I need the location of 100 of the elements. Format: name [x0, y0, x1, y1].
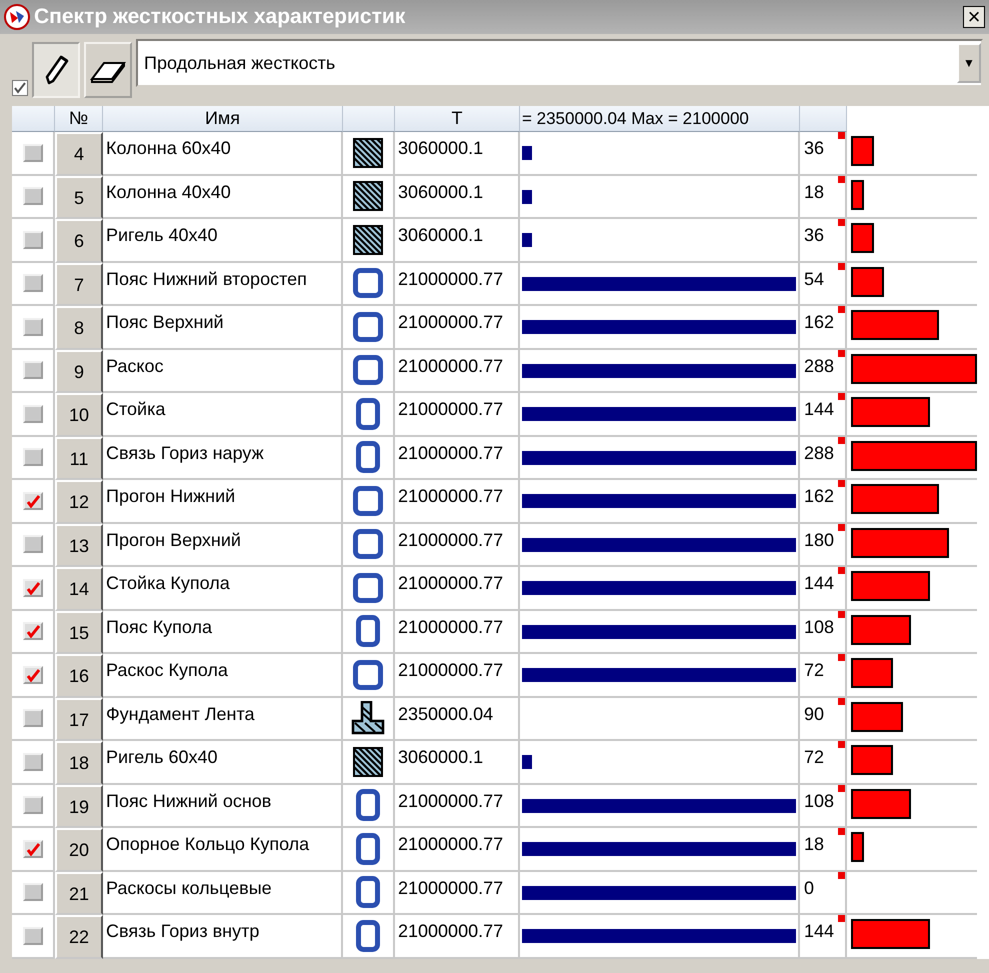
- marker-icon: [838, 132, 845, 139]
- row-number: 14: [55, 567, 103, 610]
- marker-icon: [838, 219, 845, 226]
- row-checkbox[interactable]: [22, 274, 42, 292]
- table-cell: 21000000.77: [395, 872, 520, 915]
- table-cell: Ригель 40x40: [103, 219, 343, 262]
- marker-icon: [838, 306, 845, 313]
- row-checkbox[interactable]: [22, 361, 42, 380]
- table-cell: 72: [804, 660, 824, 680]
- table-cell: Пояс Нижний второстеп: [103, 262, 343, 306]
- close-button[interactable]: ×: [963, 6, 985, 28]
- table-cell: Стойка Купола: [103, 567, 343, 610]
- foundation-icon: [351, 701, 385, 736]
- row-number: 6: [55, 219, 103, 262]
- table-cell: 21000000.77: [395, 524, 520, 567]
- table-cell: 288: [804, 356, 834, 376]
- table-cell: 21000000.77: [395, 480, 520, 524]
- table-cell: Связь Гориз наруж: [103, 436, 343, 480]
- table-cell: 72: [804, 747, 824, 767]
- column-header[interactable]: [800, 106, 847, 132]
- rect-tube-icon: [356, 398, 380, 430]
- row-checkbox[interactable]: [22, 752, 42, 771]
- row-checkbox[interactable]: [22, 926, 42, 945]
- square-tube-icon: [353, 312, 383, 342]
- table-cell: 3060000.1: [395, 176, 520, 219]
- column-header[interactable]: Имя: [103, 106, 343, 132]
- row-checkbox[interactable]: [22, 840, 42, 858]
- row-number: 16: [55, 654, 103, 698]
- table-cell: Раскосы кольцевые: [103, 872, 343, 915]
- rect-tube-icon: [356, 615, 380, 648]
- table-cell: Пояс Нижний основ: [103, 784, 343, 828]
- table-cell: 288: [804, 442, 834, 462]
- row-checkbox[interactable]: [22, 144, 42, 162]
- table-cell: 108: [804, 616, 834, 636]
- row-number: 7: [55, 262, 103, 306]
- row-checkbox[interactable]: [22, 709, 42, 728]
- table-cell: 36: [804, 225, 824, 245]
- marker-icon: [838, 393, 845, 400]
- row-checkbox[interactable]: [22, 404, 42, 423]
- row-number: 12: [55, 480, 103, 524]
- rect-tube-icon: [356, 876, 380, 908]
- row-number: 20: [55, 828, 103, 872]
- row-checkbox[interactable]: [22, 578, 42, 597]
- row-checkbox[interactable]: [22, 492, 42, 510]
- marker-icon: [838, 567, 845, 574]
- table-cell: Колонна 60x40: [103, 132, 343, 176]
- row-checkbox[interactable]: [22, 883, 42, 902]
- square-tube-icon: [353, 660, 383, 690]
- row-checkbox[interactable]: [22, 796, 42, 814]
- table-cell: 162: [804, 486, 834, 506]
- row-checkbox[interactable]: [22, 448, 42, 466]
- table-cell: 36: [804, 138, 824, 158]
- rect-tube-icon: [356, 920, 380, 952]
- stiffness-dropdown[interactable]: Продольная жесткость ▼: [136, 39, 983, 87]
- column-header[interactable]: №: [55, 106, 103, 132]
- table-cell: 18: [804, 182, 824, 202]
- table-cell: Раскос Купола: [103, 654, 343, 698]
- hatched-square-icon: [353, 224, 383, 255]
- column-header[interactable]: Т: [395, 106, 520, 132]
- table-cell: 21000000.77: [395, 306, 520, 350]
- marker-icon: [838, 654, 845, 661]
- row-checkbox[interactable]: [22, 318, 42, 336]
- row-checkbox[interactable]: [22, 535, 42, 554]
- pencil-button[interactable]: [32, 42, 80, 98]
- app-logo-icon: [4, 4, 30, 30]
- column-header[interactable]: = 2350000.04 Max = 2100000: [520, 106, 800, 132]
- row-checkbox[interactable]: [22, 622, 42, 640]
- column-header[interactable]: [12, 106, 55, 132]
- rect-tube-icon: [356, 832, 380, 865]
- table-cell: Стойка: [103, 393, 343, 436]
- table-cell: 21000000.77: [395, 262, 520, 306]
- marker-icon: [838, 828, 845, 835]
- row-checkbox[interactable]: [22, 666, 42, 684]
- row-number: 17: [55, 698, 103, 741]
- eraser-button[interactable]: [84, 42, 132, 98]
- rect-tube-icon: [356, 441, 380, 474]
- row-number: 19: [55, 784, 103, 828]
- table-cell: 21000000.77: [395, 350, 520, 393]
- dropdown-arrow-button[interactable]: ▼: [957, 43, 981, 83]
- row-number: 5: [55, 176, 103, 219]
- table-cell: Колонна 40x40: [103, 176, 343, 219]
- column-header[interactable]: [343, 106, 395, 132]
- table-cell: 18: [804, 834, 824, 854]
- table-cell: Прогон Нижний: [103, 480, 343, 524]
- table-cell: 108: [804, 790, 834, 810]
- square-tube-icon: [353, 572, 383, 603]
- table-cell: 21000000.77: [395, 915, 520, 958]
- table-cell: 3060000.1: [395, 132, 520, 176]
- hatched-square-icon: [353, 138, 383, 168]
- table-cell: 180: [804, 530, 834, 550]
- row-number: 13: [55, 524, 103, 567]
- table-cell: 54: [804, 268, 824, 288]
- checkbox[interactable]: [12, 80, 28, 96]
- table-cell: 162: [804, 312, 834, 332]
- row-number: 15: [55, 610, 103, 654]
- table-cell: Опорное Кольцо Купола: [103, 828, 343, 872]
- row-checkbox[interactable]: [22, 187, 42, 206]
- table-cell: 0: [804, 878, 814, 898]
- square-tube-icon: [353, 355, 383, 386]
- row-checkbox[interactable]: [22, 230, 42, 249]
